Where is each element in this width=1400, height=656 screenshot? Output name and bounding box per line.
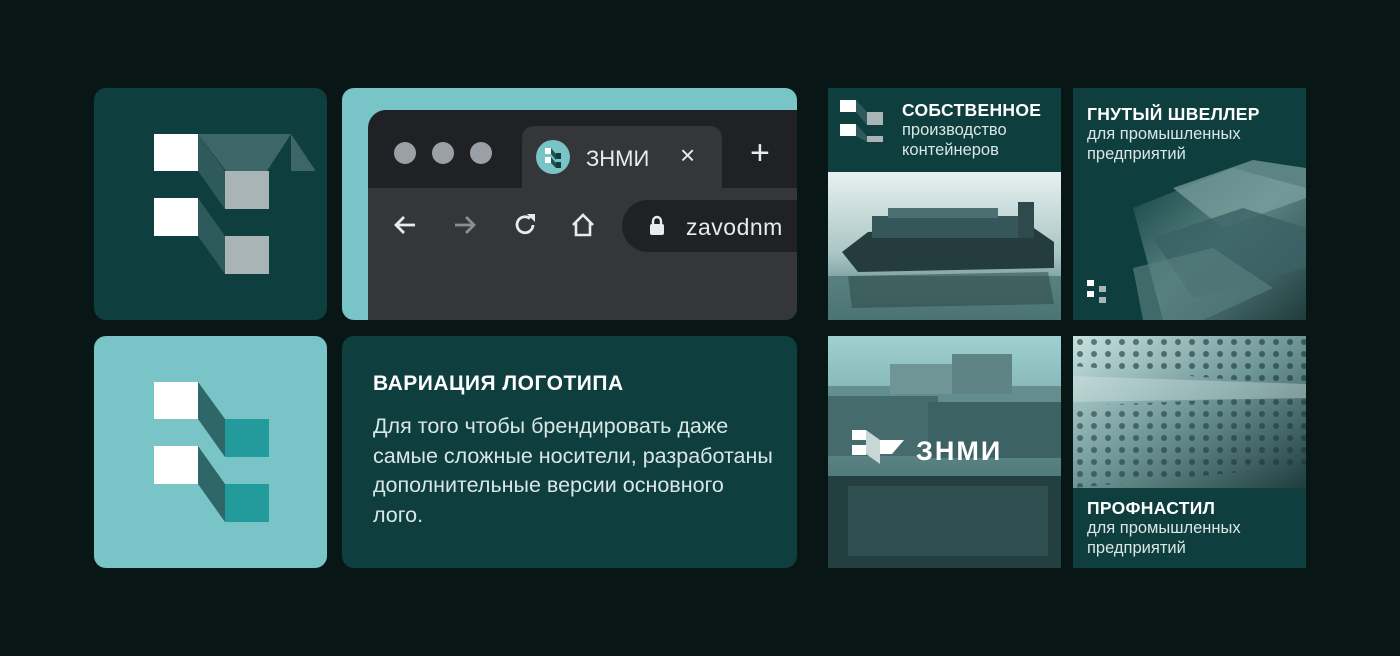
window-dot-icon[interactable]	[470, 142, 492, 164]
tile-channel-steel: ГНУТЫЙ ШВЕЛЛЕР для промышленных предприя…	[1073, 88, 1306, 320]
description-title: ВАРИАЦИЯ ЛОГОТИПА	[373, 372, 624, 395]
logo-mark-icon	[840, 100, 883, 142]
tile-subtitle: для промышленных	[1087, 519, 1241, 537]
logo-mark-small-icon	[1087, 280, 1106, 303]
tab-title: ЗНМИ	[586, 146, 650, 171]
cargo-ship-photo	[828, 172, 1061, 320]
tile-subtitle: предприятий	[1087, 539, 1186, 557]
description-body: Для того чтобы брендировать даже самые с…	[373, 414, 773, 527]
tile-profiled-sheet: ПРОФНАСТИЛ для промышленных предприятий	[1073, 336, 1306, 568]
home-icon[interactable]	[568, 210, 598, 240]
url-text: zavodnm	[686, 214, 783, 240]
forward-arrow-icon[interactable]	[450, 210, 480, 240]
window-dot-icon[interactable]	[432, 142, 454, 164]
close-icon[interactable]: ×	[680, 142, 695, 168]
tile-subtitle: для промышленных	[1087, 125, 1241, 143]
description-card: ВАРИАЦИЯ ЛОГОТИПА Для того чтобы брендир…	[342, 336, 797, 568]
address-bar[interactable]: zavodnm	[622, 200, 797, 252]
tile-subtitle: производство	[902, 121, 1007, 139]
browser-toolbar: zavodnm	[368, 188, 797, 320]
browser-tab[interactable]: ЗНМИ ×	[522, 126, 722, 188]
logo-mark-icon	[154, 134, 315, 274]
perforated-sheet-photo	[1073, 336, 1306, 488]
browser-window: ЗНМИ × + zavodnm	[368, 110, 797, 320]
tile-brand-containers: ЗНМИ	[828, 336, 1061, 568]
new-tab-icon[interactable]: +	[750, 136, 770, 170]
tile-subtitle: контейнеров	[902, 141, 999, 159]
window-dot-icon[interactable]	[394, 142, 416, 164]
back-arrow-icon[interactable]	[390, 210, 420, 240]
brand-wordmark: ЗНМИ	[916, 436, 1003, 466]
tile-title: ПРОФНАСТИЛ	[1087, 498, 1216, 518]
tile-subtitle: предприятий	[1087, 145, 1186, 163]
reload-icon[interactable]	[510, 210, 540, 240]
tile-title: СОБСТВЕННОЕ	[902, 100, 1042, 120]
brand-logo-icon	[852, 430, 904, 464]
browser-mockup-card: ЗНМИ × + zavodnm	[342, 88, 797, 320]
logo-card-dark	[94, 88, 327, 320]
lock-icon	[650, 215, 664, 235]
logo-mark-light-icon	[154, 382, 269, 522]
logo-card-light	[94, 336, 327, 568]
tile-title: ГНУТЫЙ ШВЕЛЛЕР	[1087, 104, 1260, 124]
favicon-icon	[536, 140, 570, 174]
tile-containers: СОБСТВЕННОЕ производство контейнеров	[828, 88, 1061, 320]
